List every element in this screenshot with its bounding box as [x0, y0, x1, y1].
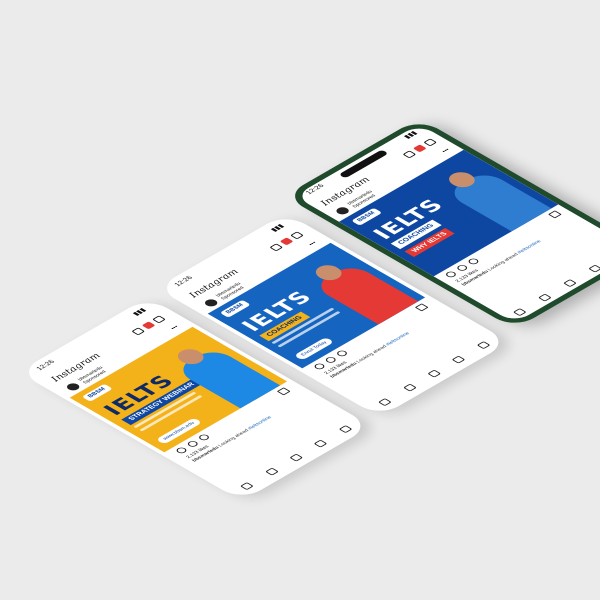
add-icon[interactable]: [402, 150, 417, 159]
search-icon[interactable]: [402, 383, 417, 392]
messenger-icon[interactable]: [290, 231, 304, 240]
home-icon[interactable]: [240, 482, 254, 491]
heart-icon[interactable]: [312, 362, 327, 371]
bookmark-icon[interactable]: [276, 387, 291, 396]
heart-icon[interactable]: [141, 321, 156, 330]
share-icon[interactable]: [197, 433, 211, 442]
brand-badge: BBSM: [219, 299, 251, 318]
messenger-icon[interactable]: [423, 138, 438, 147]
avatar[interactable]: [333, 205, 352, 216]
add-icon[interactable]: [131, 327, 146, 336]
heart-icon[interactable]: [412, 144, 427, 153]
shop-icon[interactable]: [313, 439, 328, 448]
reels-icon[interactable]: [289, 453, 304, 462]
brand-badge: BBSM: [351, 207, 382, 226]
add-icon[interactable]: [269, 243, 284, 252]
shop-icon[interactable]: [588, 264, 600, 273]
more-icon[interactable]: •••: [441, 148, 452, 154]
more-icon[interactable]: •••: [308, 241, 319, 247]
heart-icon[interactable]: [444, 270, 458, 279]
avatar[interactable]: [64, 381, 82, 392]
comment-icon[interactable]: [185, 439, 200, 448]
heart-icon[interactable]: [279, 237, 294, 246]
heart-icon[interactable]: [174, 446, 189, 455]
share-icon[interactable]: [335, 349, 349, 358]
mockup-scene: 12:26 ▮▮▮ Instagram bbsmartedu Sponsored •…: [0, 0, 600, 600]
brand-badge: BBSM: [81, 383, 113, 402]
messenger-icon[interactable]: [152, 315, 166, 324]
home-icon[interactable]: [513, 307, 528, 316]
reels-icon[interactable]: [427, 369, 442, 378]
search-icon[interactable]: [538, 293, 552, 302]
search-icon[interactable]: [264, 467, 279, 476]
profile-icon[interactable]: [476, 341, 491, 350]
bookmark-icon[interactable]: [547, 210, 562, 219]
bookmark-icon[interactable]: [414, 303, 429, 312]
reels-icon[interactable]: [563, 279, 577, 288]
shop-icon[interactable]: [451, 355, 466, 364]
profile-icon[interactable]: [338, 425, 353, 434]
comment-icon[interactable]: [323, 355, 338, 364]
comment-icon[interactable]: [455, 263, 470, 272]
avatar[interactable]: [202, 297, 220, 308]
share-icon[interactable]: [466, 257, 481, 266]
home-icon[interactable]: [378, 398, 392, 407]
more-icon[interactable]: •••: [170, 325, 181, 331]
